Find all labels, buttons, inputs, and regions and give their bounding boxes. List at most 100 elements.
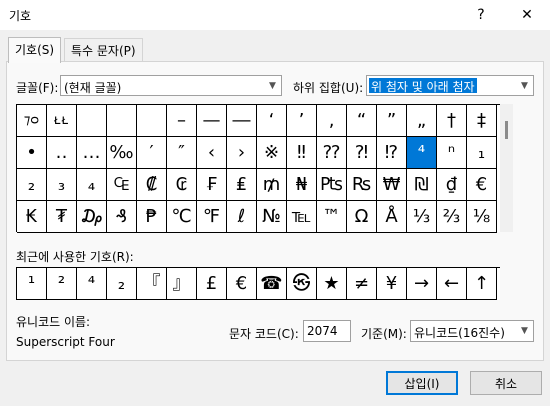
symbol-cell[interactable]: ⁇ [317, 137, 347, 169]
symbol-cell[interactable]: ※ [257, 137, 287, 169]
symbol-cell[interactable]: ₰ [107, 201, 137, 233]
recent-symbol-cell[interactable]: 『 [137, 268, 167, 300]
tab-symbols[interactable]: 기호(S) [8, 37, 62, 63]
symbol-cell[interactable]: ₡ [137, 169, 167, 201]
char-code-input[interactable]: 2074 [303, 320, 351, 342]
symbol-grid-scrollbar[interactable] [500, 104, 513, 232]
symbol-cell[interactable]: ₥ [257, 169, 287, 201]
symbol-cell[interactable]: ’ [287, 105, 317, 137]
symbol-cell[interactable]: ‹ [197, 137, 227, 169]
symbol-cell[interactable] [107, 105, 137, 137]
symbol-cell[interactable]: ₁ [467, 137, 497, 169]
symbol-cell[interactable]: ₭ [17, 201, 47, 233]
symbol-cell[interactable]: ‡ [467, 105, 497, 137]
symbol-cell[interactable]: ″ [167, 137, 197, 169]
recent-symbol-cell[interactable]: ☎ [257, 268, 287, 300]
scrollbar-thumb[interactable] [505, 121, 508, 139]
symbol-cell[interactable]: ℃ [167, 201, 197, 233]
symbol-cell[interactable]: ™ [317, 201, 347, 233]
symbol-cell[interactable]: ⁿ [437, 137, 467, 169]
symbol-cell[interactable] [137, 105, 167, 137]
symbol-cell[interactable]: ‥ [47, 137, 77, 169]
help-button[interactable]: ? [458, 0, 504, 30]
symbol-cell[interactable]: › [227, 137, 257, 169]
recent-symbol-cell[interactable]: ⁴ [77, 268, 107, 300]
symbol-cell[interactable]: ℉ [197, 201, 227, 233]
symbol-cell[interactable]: ′ [137, 137, 167, 169]
recent-symbols[interactable]: ¹ ² ⁴ ₂ 『』 £ € ☎ ㉿ ★ ≠ ¥ → ← ↑ [16, 267, 500, 300]
tab-special-characters[interactable]: 특수 문자(P) [64, 38, 143, 62]
symbol-cell[interactable]: ⁈ [347, 137, 377, 169]
symbol-cell[interactable]: ₪ [407, 169, 437, 201]
recent-symbol-cell[interactable]: ₂ [107, 268, 137, 300]
recent-symbol-cell[interactable]: ¥ [377, 268, 407, 300]
recent-symbol-cell[interactable]: → [407, 268, 437, 300]
symbol-cell[interactable]: “ [347, 105, 377, 137]
recent-symbol-cell[interactable]: ² [47, 268, 77, 300]
symbol-cell[interactable]: ‼ [287, 137, 317, 169]
symbol-grid[interactable]: ⁊ᴑ ᴌᴌ – — ― ‘’ ‚ “” „ † ‡ • ‥… ‰ ′ ″ ‹ › ※ ‼ ⁇ ⁈ ⁉ ⁴ ⁿ ₁ ₂ ₃ ₄ ₠ ₡ ₢ ₣ ₤ ₥… [16, 104, 500, 233]
recent-symbol-cell[interactable]: ㉿ [287, 268, 317, 300]
symbol-cell[interactable]: € [467, 169, 497, 201]
symbol-cell[interactable]: ⁊ᴑ [17, 105, 47, 137]
symbol-cell[interactable]: ₩ [377, 169, 407, 201]
symbol-cell[interactable]: ⅓ [407, 201, 437, 233]
tab-strip: 기호(S) 특수 문자(P) [0, 30, 550, 63]
symbol-cell[interactable]: ₣ [197, 169, 227, 201]
chevron-down-icon: ▼ [521, 325, 528, 336]
symbol-cell[interactable]: ₧ [317, 169, 347, 201]
symbol-cell[interactable]: ᴌᴌ [47, 105, 77, 137]
symbol-cell[interactable]: ₢ [167, 169, 197, 201]
symbol-cell[interactable]: ” [377, 105, 407, 137]
recent-symbol-cell[interactable]: ↑ [467, 268, 497, 300]
recent-symbol-cell[interactable]: ← [437, 268, 467, 300]
symbol-cell[interactable]: ₄ [77, 169, 107, 201]
symbol-cell[interactable]: Ω [347, 201, 377, 233]
symbol-cell[interactable]: ⁉ [377, 137, 407, 169]
cancel-button[interactable]: 취소 [470, 371, 542, 395]
symbol-cell[interactable]: ₃ [47, 169, 77, 201]
symbol-cell[interactable]: • [17, 137, 47, 169]
symbol-cell[interactable]: – [167, 105, 197, 137]
recent-symbol-cell[interactable]: ★ [317, 268, 347, 300]
insert-button[interactable]: 삽입(I) [386, 371, 458, 395]
subset-value: 위 첨자 및 아래 첨자 [369, 78, 477, 94]
symbol-cell[interactable]: Å [377, 201, 407, 233]
symbol-cell[interactable]: № [257, 201, 287, 233]
symbol-cell[interactable]: ₨ [347, 169, 377, 201]
symbol-cell[interactable]: † [437, 105, 467, 137]
close-button[interactable]: ✕ [504, 0, 550, 30]
symbol-cell[interactable]: ― [227, 105, 257, 137]
symbol-cell[interactable]: ‰ [107, 137, 137, 169]
symbol-cell[interactable]: ⅛ [467, 201, 497, 233]
symbol-cell[interactable]: ‚ [317, 105, 347, 137]
recent-symbol-cell[interactable]: £ [197, 268, 227, 300]
recent-symbol-cell[interactable]: ¹ [17, 268, 47, 300]
title-bar: 기호 ? ✕ [0, 0, 550, 30]
symbol-cell[interactable]: … [77, 137, 107, 169]
subset-select[interactable]: 위 첨자 및 아래 첨자 ▼ [366, 75, 534, 96]
symbol-cell[interactable]: ₱ [137, 201, 167, 233]
symbol-cell[interactable]: ‘ [257, 105, 287, 137]
font-select[interactable]: (현재 글꼴) ▼ [60, 75, 282, 96]
symbol-cell[interactable]: ℡ [287, 201, 317, 233]
recent-symbol-cell[interactable]: € [227, 268, 257, 300]
symbol-cell[interactable]: ₫ [437, 169, 467, 201]
symbol-cell[interactable]: ₯ [77, 201, 107, 233]
symbol-cell[interactable]: „ [407, 105, 437, 137]
recent-symbol-cell[interactable]: 』 [167, 268, 197, 300]
from-select[interactable]: 유니코드(16진수) ▼ [410, 320, 534, 342]
recent-symbol-cell[interactable]: ≠ [347, 268, 377, 300]
chevron-down-icon: ▼ [269, 80, 276, 91]
symbol-cell[interactable]: ₤ [227, 169, 257, 201]
symbol-cell[interactable]: ₂ [17, 169, 47, 201]
char-code-label: 문자 코드(C): [229, 327, 299, 341]
symbol-cell[interactable] [77, 105, 107, 137]
symbol-cell[interactable]: ₠ [107, 169, 137, 201]
symbol-cell[interactable]: ₦ [287, 169, 317, 201]
symbol-cell[interactable]: ₮ [47, 201, 77, 233]
symbol-cell[interactable]: ⅔ [437, 201, 467, 233]
symbol-cell[interactable]: ⁴ [407, 137, 437, 169]
symbol-cell[interactable]: — [197, 105, 227, 137]
symbol-cell[interactable]: ℓ [227, 201, 257, 233]
